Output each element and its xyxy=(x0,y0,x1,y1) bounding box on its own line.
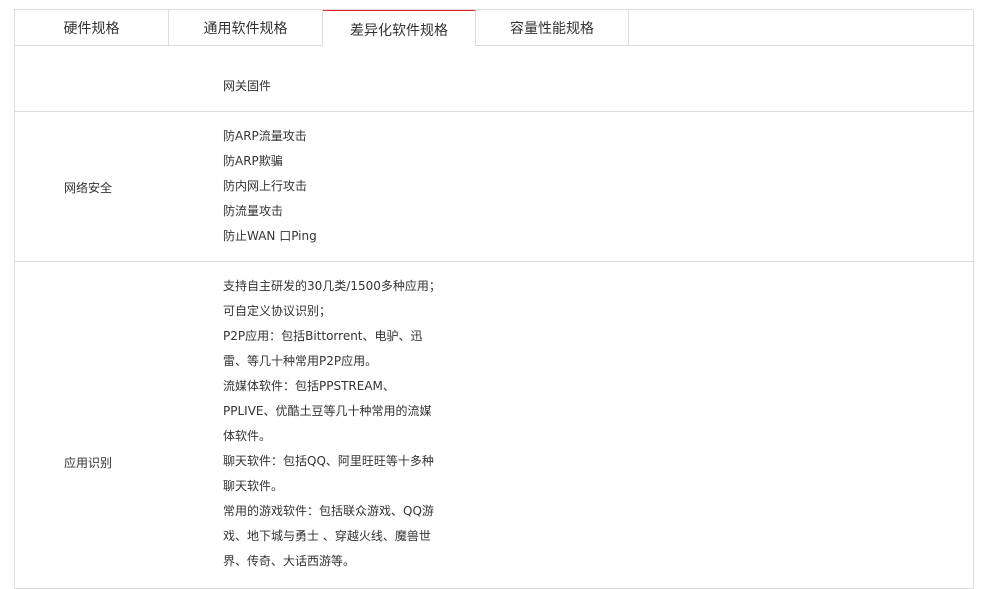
row-line: 防ARP欺骗 xyxy=(223,154,283,168)
tab-hardware-specs[interactable]: 硬件规格 xyxy=(15,10,169,45)
row-line: P2P应用：包括Bittorrent、电驴、迅 xyxy=(223,329,423,343)
row-line: 聊天软件。 xyxy=(223,479,284,493)
row-line: 防止WAN 口Ping xyxy=(223,229,317,243)
row-line: 网关固件 xyxy=(223,79,272,93)
row-line: 体软件。 xyxy=(223,429,272,443)
tab-capacity-performance-specs[interactable]: 容量性能规格 xyxy=(476,10,629,45)
row-label: 网络安全 xyxy=(64,181,113,195)
row-line: 常用的游戏软件：包括联众游戏、QQ游 xyxy=(223,504,434,518)
tab-differentiated-software-specs[interactable]: 差异化软件规格 xyxy=(323,10,476,46)
tab-general-software-specs[interactable]: 通用软件规格 xyxy=(169,10,323,45)
row-line: 戏、地下城与勇士 、穿越火线、魔兽世 xyxy=(223,529,431,543)
row-line: 聊天软件：包括QQ、阿里旺旺等十多种 xyxy=(223,454,434,468)
row-line: 防流量攻击 xyxy=(223,204,284,218)
spec-tabs: 硬件规格 通用软件规格 差异化软件规格 容量性能规格 xyxy=(15,10,973,46)
table-row: 网络安全 防ARP流量攻击 防ARP欺骗 防内网上行攻击 防流量攻击 防止WAN… xyxy=(15,112,973,262)
row-line: 可自定义协议识别； xyxy=(223,304,332,318)
spec-panel: 硬件规格 通用软件规格 差异化软件规格 容量性能规格 网关固件 网络安全 防AR… xyxy=(14,9,974,589)
row-content: 支持自主研发的30几类/1500多种应用； 可自定义协议识别； P2P应用：包括… xyxy=(223,274,443,574)
row-line: 界、传奇、大话西游等。 xyxy=(223,554,356,568)
row-label: 应用识别 xyxy=(64,456,113,470)
row-line: PPLIVE、优酷土豆等几十种常用的流媒 xyxy=(223,404,432,418)
row-line: 防ARP流量攻击 xyxy=(223,129,307,143)
table-row: 应用识别 支持自主研发的30几类/1500多种应用； 可自定义协议识别； P2P… xyxy=(15,262,973,588)
row-content: 网关固件 xyxy=(223,74,443,99)
row-line: 支持自主研发的30几类/1500多种应用； xyxy=(223,279,441,293)
row-line: 流媒体软件：包括PPSTREAM、 xyxy=(223,379,395,393)
row-line: 雷、等几十种常用P2P应用。 xyxy=(223,354,378,368)
table-row: 网关固件 xyxy=(15,46,973,112)
spec-table: 网关固件 网络安全 防ARP流量攻击 防ARP欺骗 防内网上行攻击 防流量攻击 … xyxy=(15,46,973,588)
row-content: 防ARP流量攻击 防ARP欺骗 防内网上行攻击 防流量攻击 防止WAN 口Pin… xyxy=(223,124,443,249)
row-line: 防内网上行攻击 xyxy=(223,179,308,193)
